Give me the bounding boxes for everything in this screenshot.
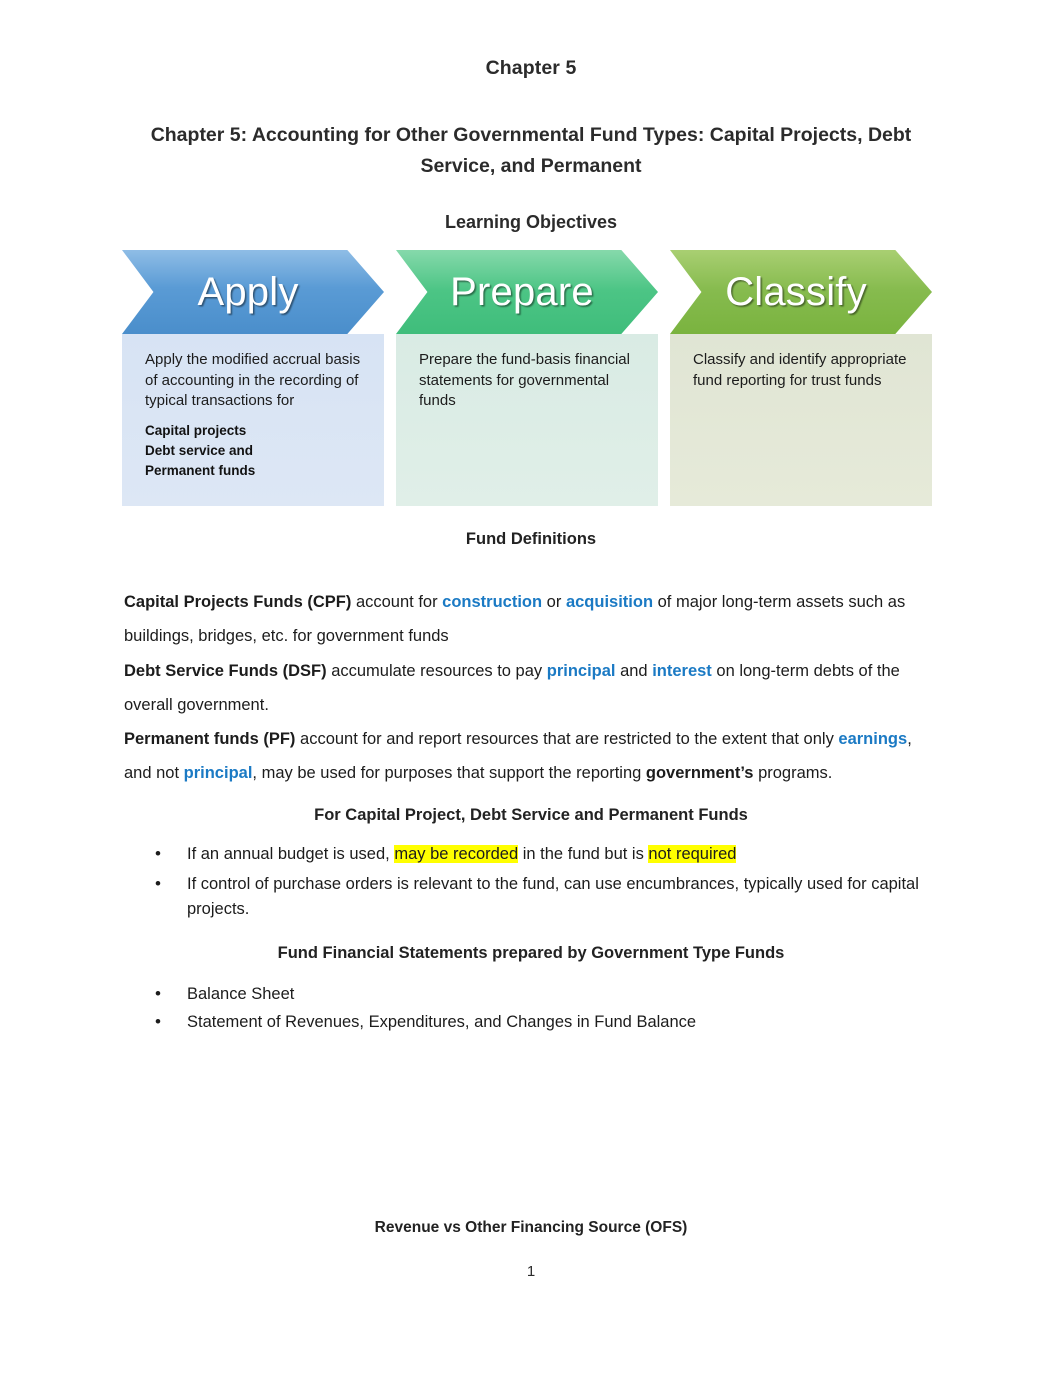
objective-apply-subitem: Permanent funds <box>145 462 256 478</box>
dsf-text-1: accumulate resources to pay <box>326 661 547 680</box>
pf-text-3: , may be used for purposes that support … <box>252 763 646 782</box>
document-page: Chapter 5 Chapter 5: Accounting for Othe… <box>0 0 1062 1377</box>
objective-classify-body: Classify and identify appropriate fund r… <box>693 351 907 389</box>
objective-apply-body: Apply the modified accrual basis of acco… <box>145 351 361 409</box>
revenue-vs-ofs-heading: Revenue vs Other Financing Source (OFS) <box>374 1219 688 1236</box>
chevron-prepare-label: Prepare <box>450 270 594 314</box>
list-item: If control of purchase orders is relevan… <box>124 871 934 922</box>
bullet1-highlight-may-be-recorded: may be recorded <box>394 845 519 863</box>
chevron-prepare: Prepare <box>396 250 658 334</box>
term-cpf: Capital Projects Funds (CPF) <box>124 592 352 611</box>
chevron-apply-label: Apply <box>197 270 299 314</box>
fund-financial-statements-heading: Fund Financial Statements prepared by Go… <box>277 944 785 962</box>
paragraph-permanent-funds: Permanent funds (PF) account for and rep… <box>124 722 934 790</box>
chevron-classify: Classify <box>670 250 932 334</box>
list-item: Balance Sheet <box>124 981 934 1007</box>
objective-panel-apply: Apply the modified accrual basis of acco… <box>122 334 384 506</box>
bullet1-text-2: in the fund but is <box>518 845 649 863</box>
fund-financial-statements-list: Balance Sheet Statement of Revenues, Exp… <box>124 981 934 1038</box>
cpf-accent-construction: construction <box>442 592 543 611</box>
dsf-accent-principal: principal <box>546 661 616 680</box>
objective-panel-classify: Classify and identify appropriate fund r… <box>670 334 932 506</box>
for-funds-heading: For Capital Project, Debt Service and Pe… <box>314 806 748 824</box>
pf-accent-principal: principal <box>183 763 253 782</box>
cpf-text-2: or <box>542 592 566 611</box>
bullet1-text-1: If an annual budget is used, <box>187 845 395 863</box>
objective-apply-subitems: Capital projects Debt service and Perman… <box>145 421 366 481</box>
cpf-text-1: account for <box>351 592 443 611</box>
page-number: 1 <box>526 1263 536 1280</box>
page-title: Chapter 5: Accounting for Other Governme… <box>150 124 912 177</box>
objective-column-apply: Apply Apply the modified accrual basis o… <box>122 244 384 506</box>
dsf-accent-interest: interest <box>652 661 712 680</box>
term-dsf: Debt Service Funds (DSF) <box>124 661 327 680</box>
objective-column-classify: Classify Classify and identify appropria… <box>670 244 932 506</box>
list-item: If an annual budget is used, may be reco… <box>124 841 934 867</box>
bullet1-highlight-not-required: not required <box>648 845 737 863</box>
pf-accent-earnings: earnings <box>838 729 908 748</box>
objective-apply-subitem: Debt service and <box>145 442 254 458</box>
objective-column-prepare: Prepare Prepare the fund-basis financial… <box>396 244 658 506</box>
chevron-apply: Apply <box>122 250 384 334</box>
term-pf: Permanent funds (PF) <box>124 729 296 748</box>
objective-prepare-body: Prepare the fund-basis financial stateme… <box>419 351 630 409</box>
pf-text-1: account for and report resources that ar… <box>295 729 839 748</box>
objective-apply-subitem: Capital projects <box>145 422 247 438</box>
chevron-classify-label: Classify <box>725 270 867 314</box>
pf-bold-governments: government’s <box>645 763 754 782</box>
learning-objectives-graphic: Apply Apply the modified accrual basis o… <box>122 244 940 506</box>
paragraph-debt-service-funds: Debt Service Funds (DSF) accumulate reso… <box>124 654 934 722</box>
learning-objectives-heading: Learning Objectives <box>444 212 618 232</box>
pf-text-4: programs. <box>753 763 833 782</box>
cpf-accent-acquisition: acquisition <box>565 592 654 611</box>
paragraph-capital-projects-funds: Capital Projects Funds (CPF) account for… <box>124 585 934 653</box>
objective-panel-prepare: Prepare the fund-basis financial stateme… <box>396 334 658 506</box>
fund-definitions-heading: Fund Definitions <box>465 530 597 548</box>
list-item: Statement of Revenues, Expenditures, and… <box>124 1009 934 1035</box>
dsf-text-2: and <box>615 661 653 680</box>
for-funds-list: If an annual budget is used, may be reco… <box>124 841 934 927</box>
document-header: Chapter 5 <box>485 57 577 79</box>
